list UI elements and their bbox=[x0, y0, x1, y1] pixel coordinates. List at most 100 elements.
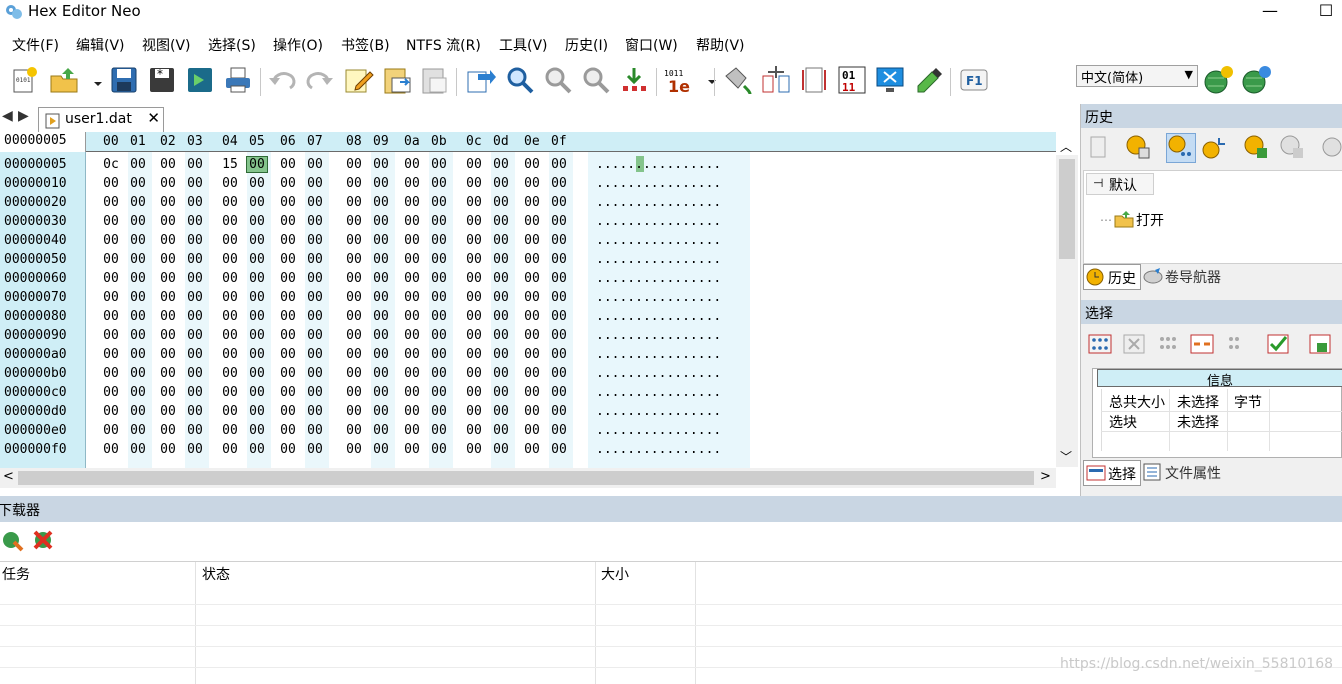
hex-byte[interactable]: 00 bbox=[429, 385, 449, 400]
hex-byte[interactable]: 00 bbox=[549, 328, 569, 343]
hex-byte[interactable]: 00 bbox=[402, 442, 422, 457]
fill-icon[interactable] bbox=[722, 64, 754, 98]
hex-byte[interactable]: 00 bbox=[549, 385, 569, 400]
hex-byte[interactable]: 00 bbox=[247, 176, 267, 191]
hex-byte[interactable]: 00 bbox=[128, 309, 148, 324]
hex-byte[interactable]: 00 bbox=[185, 157, 205, 172]
hex-byte[interactable]: 00 bbox=[305, 366, 325, 381]
scroll-left-icon[interactable]: < bbox=[3, 469, 14, 484]
hex-byte[interactable]: 00 bbox=[278, 290, 298, 305]
ascii-row[interactable]: ................ bbox=[596, 328, 721, 343]
hex-byte[interactable]: 00 bbox=[371, 423, 391, 438]
history-tree-view-icon[interactable] bbox=[1166, 133, 1196, 163]
hex-byte[interactable]: 0c bbox=[101, 157, 121, 172]
hex-byte[interactable]: 00 bbox=[305, 309, 325, 324]
ascii-row[interactable]: ................ bbox=[596, 157, 721, 172]
tab-selection[interactable]: 选择 bbox=[1083, 460, 1141, 486]
print-icon[interactable] bbox=[222, 64, 254, 98]
menu-edit[interactable]: 编辑(V) bbox=[76, 35, 125, 55]
select-all-icon[interactable] bbox=[1087, 331, 1115, 359]
history-restore-icon[interactable] bbox=[1279, 134, 1307, 162]
hex-byte[interactable]: 00 bbox=[344, 404, 364, 419]
hex-byte[interactable]: 00 bbox=[158, 290, 178, 305]
hex-byte[interactable]: 00 bbox=[522, 328, 542, 343]
hex-byte[interactable]: 00 bbox=[305, 233, 325, 248]
close-tab-icon[interactable]: ✕ bbox=[147, 109, 160, 127]
hex-byte[interactable]: 00 bbox=[305, 442, 325, 457]
vertical-scrollbar[interactable] bbox=[1056, 155, 1078, 467]
hex-byte[interactable]: 00 bbox=[402, 252, 422, 267]
hex-byte[interactable]: 00 bbox=[429, 366, 449, 381]
hex-byte[interactable]: 00 bbox=[549, 195, 569, 210]
hex-byte[interactable]: 00 bbox=[247, 366, 267, 381]
menu-help[interactable]: 帮助(V) bbox=[696, 35, 745, 55]
hex-byte[interactable]: 00 bbox=[344, 442, 364, 457]
hex-byte[interactable]: 00 bbox=[371, 233, 391, 248]
hex-byte[interactable]: 00 bbox=[220, 176, 240, 191]
hex-byte[interactable]: 00 bbox=[402, 328, 422, 343]
hex-byte[interactable]: 00 bbox=[101, 328, 121, 343]
hex-byte[interactable]: 00 bbox=[344, 347, 364, 362]
tab-history[interactable]: 历史 bbox=[1083, 264, 1141, 290]
hex-byte[interactable]: 00 bbox=[491, 233, 511, 248]
structure-viewer-icon[interactable] bbox=[798, 64, 830, 98]
hex-byte[interactable]: 00 bbox=[464, 442, 484, 457]
hex-byte[interactable]: 00 bbox=[402, 195, 422, 210]
hex-byte[interactable]: 00 bbox=[549, 423, 569, 438]
hex-byte[interactable]: 00 bbox=[101, 233, 121, 248]
history-clear-icon[interactable] bbox=[1125, 134, 1153, 162]
open-dropdown-icon[interactable] bbox=[82, 64, 102, 98]
hex-byte[interactable]: 00 bbox=[464, 157, 484, 172]
hex-byte[interactable]: 00 bbox=[371, 366, 391, 381]
hex-byte[interactable]: 00 bbox=[464, 233, 484, 248]
ascii-row[interactable]: ................ bbox=[596, 195, 721, 210]
hex-byte[interactable]: 00 bbox=[185, 214, 205, 229]
hex-byte[interactable]: 00 bbox=[220, 442, 240, 457]
hex-byte[interactable]: 00 bbox=[429, 252, 449, 267]
hex-byte[interactable]: 00 bbox=[128, 404, 148, 419]
hex-byte[interactable]: 00 bbox=[278, 347, 298, 362]
hex-byte[interactable]: 00 bbox=[429, 442, 449, 457]
hex-byte[interactable]: 00 bbox=[158, 366, 178, 381]
hex-byte[interactable]: 00 bbox=[522, 404, 542, 419]
hex-byte[interactable]: 00 bbox=[278, 328, 298, 343]
hex-byte[interactable]: 00 bbox=[429, 176, 449, 191]
ascii-row[interactable]: ................ bbox=[596, 347, 721, 362]
hex-byte[interactable]: 00 bbox=[305, 347, 325, 362]
hex-byte[interactable]: 00 bbox=[522, 195, 542, 210]
hex-byte[interactable]: 00 bbox=[158, 195, 178, 210]
ascii-row[interactable]: ................ bbox=[596, 423, 721, 438]
hex-byte[interactable]: 00 bbox=[429, 214, 449, 229]
hex-byte[interactable]: 00 bbox=[220, 423, 240, 438]
hex-byte[interactable]: 00 bbox=[522, 366, 542, 381]
hex-byte[interactable]: 00 bbox=[158, 157, 178, 172]
hex-byte[interactable]: 00 bbox=[402, 309, 422, 324]
hex-byte[interactable]: 00 bbox=[371, 309, 391, 324]
hex-byte[interactable]: 00 bbox=[522, 385, 542, 400]
apply-selection-icon[interactable] bbox=[1265, 331, 1293, 359]
hex-byte[interactable]: 00 bbox=[220, 290, 240, 305]
hex-byte[interactable]: 00 bbox=[522, 252, 542, 267]
hex-byte[interactable]: 15 bbox=[220, 157, 240, 172]
hex-byte[interactable]: 00 bbox=[464, 290, 484, 305]
hex-byte[interactable]: 00 bbox=[371, 404, 391, 419]
hex-byte[interactable]: 00 bbox=[128, 385, 148, 400]
hex-byte[interactable]: 00 bbox=[128, 271, 148, 286]
hex-byte[interactable]: 00 bbox=[185, 233, 205, 248]
ascii-row[interactable]: ................ bbox=[596, 442, 721, 457]
history-first-icon[interactable] bbox=[1085, 134, 1113, 162]
hex-byte[interactable]: 00 bbox=[371, 385, 391, 400]
hex-byte[interactable]: 00 bbox=[464, 423, 484, 438]
hex-byte[interactable]: 00 bbox=[491, 252, 511, 267]
hex-byte[interactable]: 00 bbox=[247, 423, 267, 438]
hex-byte[interactable]: 00 bbox=[429, 309, 449, 324]
hex-byte[interactable]: 00 bbox=[491, 347, 511, 362]
ascii-row[interactable]: ................ bbox=[596, 214, 721, 229]
hex-byte[interactable]: 00 bbox=[305, 195, 325, 210]
hex-byte[interactable]: 00 bbox=[158, 423, 178, 438]
find-next-icon[interactable] bbox=[542, 64, 574, 98]
hex-byte[interactable]: 00 bbox=[278, 404, 298, 419]
hex-byte[interactable]: 00 bbox=[128, 195, 148, 210]
hex-byte[interactable]: 00 bbox=[522, 309, 542, 324]
menu-bookmarks[interactable]: 书签(B) bbox=[341, 35, 390, 55]
